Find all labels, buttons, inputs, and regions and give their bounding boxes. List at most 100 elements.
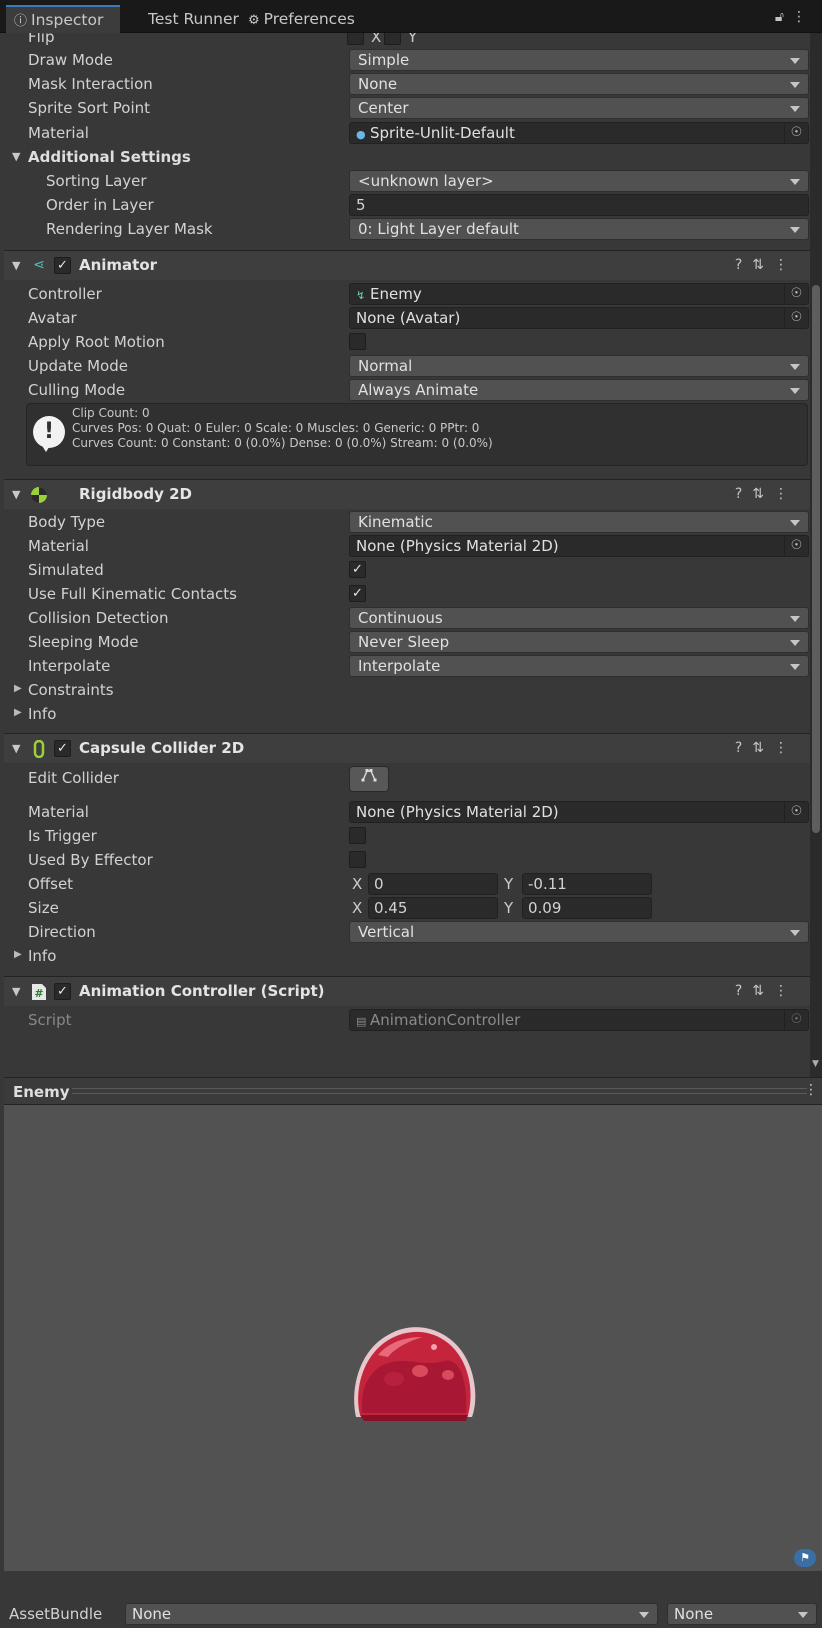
object-picker-icon[interactable]: ☉ bbox=[784, 802, 808, 822]
preview-header[interactable]: Enemy ⋮ bbox=[4, 1077, 822, 1105]
inspector-scrollbar[interactable]: ▼ bbox=[810, 33, 822, 1077]
capsule-enabled-checkbox[interactable]: ✓ bbox=[54, 740, 71, 757]
tab-bar: ⓘ Inspector Test Runner ⚙ Preferences 🔓︎⋮ bbox=[0, 0, 822, 33]
component-actions: ?⇅⋮ bbox=[735, 983, 798, 999]
foldout-open-icon[interactable]: ▼ bbox=[12, 985, 20, 998]
cc-info-foldout[interactable]: ▶ Info bbox=[4, 944, 810, 968]
simulated-checkbox[interactable]: ✓ bbox=[349, 561, 366, 578]
sorting-layer-dropdown[interactable]: <unknown layer> bbox=[349, 170, 809, 192]
animator-icon: ⋖ bbox=[33, 257, 45, 273]
size-y-label: Y bbox=[504, 899, 514, 917]
object-picker-icon[interactable]: ☉ bbox=[784, 123, 808, 143]
script-enabled-checkbox[interactable]: ✓ bbox=[54, 983, 71, 1000]
culling-mode-dropdown[interactable]: Always Animate bbox=[349, 379, 809, 401]
asset-bundle-name-dropdown[interactable]: None bbox=[125, 1603, 658, 1625]
edit-collider-button[interactable] bbox=[349, 766, 389, 792]
scrollbar-thumb[interactable] bbox=[812, 285, 820, 833]
offset-label: Offset bbox=[28, 875, 74, 893]
foldout-open-icon[interactable]: ▼ bbox=[12, 259, 20, 272]
asset-bundle-variant-dropdown[interactable]: None bbox=[667, 1603, 817, 1625]
rb-material-field[interactable]: None (Physics Material 2D) ☉ bbox=[349, 535, 809, 557]
draw-mode-dropdown[interactable]: Simple bbox=[349, 49, 809, 71]
asset-label-tag-icon[interactable]: ⚑ bbox=[794, 1549, 816, 1567]
mask-interaction-dropdown[interactable]: None bbox=[349, 73, 809, 95]
controller-value: Enemy bbox=[370, 285, 422, 303]
cc-material-field[interactable]: None (Physics Material 2D) ☉ bbox=[349, 801, 809, 823]
rb-material-value: None (Physics Material 2D) bbox=[356, 537, 559, 555]
help-icon[interactable]: ? bbox=[735, 257, 752, 273]
animation-controller-header[interactable]: ▼ # ✓ Animation Controller (Script) ?⇅⋮ bbox=[4, 976, 810, 1006]
capsule-collider-header[interactable]: ▼ ✓ Capsule Collider 2D ?⇅⋮ bbox=[4, 733, 810, 763]
presets-icon[interactable]: ⇅ bbox=[752, 740, 774, 756]
order-in-layer-input[interactable]: 5 bbox=[349, 194, 809, 216]
kebab-menu-icon[interactable]: ⋮ bbox=[774, 983, 798, 999]
kebab-menu-icon[interactable]: ⋮ bbox=[774, 257, 798, 273]
collision-detection-dropdown[interactable]: Continuous bbox=[349, 607, 809, 629]
rendering-layer-mask-dropdown[interactable]: 0: Light Layer default bbox=[349, 218, 809, 240]
order-in-layer-label: Order in Layer bbox=[46, 196, 154, 214]
tab-preferences[interactable]: ⚙ Preferences bbox=[240, 6, 360, 33]
sleeping-mode-dropdown[interactable]: Never Sleep bbox=[349, 631, 809, 653]
size-x-input[interactable]: 0.45 bbox=[368, 897, 498, 919]
kebab-menu-icon[interactable]: ⋮ bbox=[804, 1082, 818, 1098]
size-y-input[interactable]: 0.09 bbox=[522, 897, 652, 919]
capsule-collider-icon bbox=[30, 739, 48, 759]
foldout-open-icon[interactable]: ▼ bbox=[12, 488, 20, 501]
is-trigger-checkbox[interactable] bbox=[349, 827, 366, 844]
simulated-label: Simulated bbox=[28, 561, 104, 579]
tab-test-runner[interactable]: Test Runner bbox=[140, 6, 240, 33]
flip-y-checkbox[interactable] bbox=[384, 33, 401, 45]
drag-handle[interactable] bbox=[72, 1088, 807, 1094]
rendering-layer-mask-row: Rendering Layer Mask 0: Light Layer defa… bbox=[4, 217, 810, 241]
tab-inspector[interactable]: ⓘ Inspector bbox=[6, 5, 120, 33]
presets-icon[interactable]: ⇅ bbox=[752, 257, 774, 273]
kebab-menu-icon[interactable]: ⋮ bbox=[774, 486, 798, 502]
kebab-menu-icon[interactable]: ⋮ bbox=[774, 740, 798, 756]
material-field[interactable]: ● Sprite-Unlit-Default ☉ bbox=[349, 122, 809, 144]
constraints-foldout[interactable]: ▶ Constraints bbox=[4, 678, 810, 702]
kebab-menu-icon[interactable]: ⋮ bbox=[792, 9, 814, 25]
additional-settings-row[interactable]: ▼ Additional Settings bbox=[4, 145, 810, 169]
help-icon[interactable]: ? bbox=[735, 486, 752, 502]
offset-y-input[interactable]: -0.11 bbox=[522, 873, 652, 895]
update-mode-dropdown[interactable]: Normal bbox=[349, 355, 809, 377]
body-type-dropdown[interactable]: Kinematic bbox=[349, 511, 809, 533]
object-picker-icon[interactable]: ☉ bbox=[784, 536, 808, 556]
object-picker-icon[interactable]: ☉ bbox=[784, 284, 808, 304]
animator-enabled-checkbox[interactable]: ✓ bbox=[54, 257, 71, 274]
apply-root-motion-checkbox[interactable] bbox=[349, 333, 366, 350]
presets-icon[interactable]: ⇅ bbox=[752, 983, 774, 999]
full-kinematic-checkbox[interactable]: ✓ bbox=[349, 585, 366, 602]
lock-icon[interactable]: 🔓︎ bbox=[775, 9, 792, 25]
avatar-field[interactable]: None (Avatar) ☉ bbox=[349, 307, 809, 329]
help-icon[interactable]: ? bbox=[735, 983, 752, 999]
apply-root-motion-row: Apply Root Motion bbox=[4, 330, 810, 354]
foldout-closed-icon[interactable]: ▶ bbox=[14, 949, 22, 960]
draw-mode-label: Draw Mode bbox=[28, 51, 113, 69]
foldout-open-icon[interactable]: ▼ bbox=[12, 150, 20, 163]
controller-field[interactable]: ↯ Enemy ☉ bbox=[349, 283, 809, 305]
help-icon[interactable]: ? bbox=[735, 740, 752, 756]
interpolate-dropdown[interactable]: Interpolate bbox=[349, 655, 809, 677]
foldout-closed-icon[interactable]: ▶ bbox=[14, 707, 22, 718]
rb-info-foldout[interactable]: ▶ Info bbox=[4, 702, 810, 726]
direction-dropdown[interactable]: Vertical bbox=[349, 921, 809, 943]
used-by-effector-checkbox[interactable] bbox=[349, 851, 366, 868]
flip-x-checkbox[interactable] bbox=[347, 33, 364, 45]
info-line: Curves Count: 0 Constant: 0 (0.0%) Dense… bbox=[72, 436, 493, 450]
object-picker-icon[interactable]: ☉ bbox=[784, 308, 808, 328]
scroll-down-icon[interactable]: ▼ bbox=[812, 1059, 819, 1069]
interpolate-row: Interpolate Interpolate bbox=[4, 654, 810, 678]
sprite-sort-point-dropdown[interactable]: Center bbox=[349, 97, 809, 119]
presets-icon[interactable]: ⇅ bbox=[752, 486, 774, 502]
foldout-closed-icon[interactable]: ▶ bbox=[14, 683, 22, 694]
rigidbody-header[interactable]: ▼ Rigidbody 2D ?⇅⋮ bbox=[4, 479, 810, 509]
foldout-open-icon[interactable]: ▼ bbox=[12, 742, 20, 755]
rigidbody-icon bbox=[30, 486, 48, 504]
offset-x-input[interactable]: 0 bbox=[368, 873, 498, 895]
material-row: Material ● Sprite-Unlit-Default ☉ bbox=[4, 121, 810, 145]
tab-label: Inspector bbox=[31, 11, 104, 29]
size-x-label: X bbox=[352, 899, 363, 917]
edit-collider-row: Edit Collider bbox=[4, 766, 810, 796]
animator-header[interactable]: ▼ ⋖ ✓ Animator ?⇅⋮ bbox=[4, 250, 810, 280]
